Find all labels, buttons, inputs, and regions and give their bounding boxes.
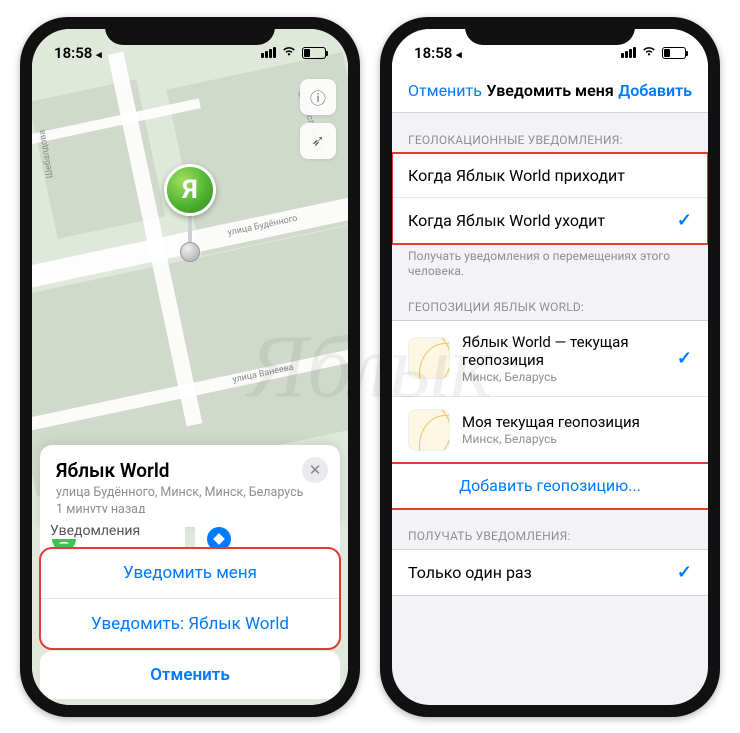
phone-right: 18:58 ◂ Отменить Уведомить меня Добавить…	[380, 17, 720, 717]
row-label: Когда Яблык World приходит	[408, 166, 625, 185]
map-info-button[interactable]: ⓘ	[300, 79, 336, 115]
notify-me-button[interactable]: Уведомить меня	[40, 548, 340, 599]
status-time: 18:58 ◂	[54, 44, 114, 62]
screen-left: улица Будённого улица Ванеева Станиславс…	[32, 29, 348, 705]
section-header: ГЕОПОЗИЦИИ ЯБЛЫК WORLD:	[392, 280, 708, 320]
location-row-other[interactable]: Яблык World — текущая геопозиция Минск, …	[392, 321, 708, 397]
location-title: Моя текущая геопозиция	[462, 413, 692, 431]
leaves-row[interactable]: Когда Яблык World уходит ✓	[392, 198, 708, 243]
screen-right: 18:58 ◂ Отменить Уведомить меня Добавить…	[392, 29, 708, 705]
battery-icon	[662, 47, 686, 59]
nav-title: Уведомить меня	[486, 81, 613, 100]
card-title: Яблык World	[56, 459, 324, 482]
nav-cancel-button[interactable]: Отменить	[408, 81, 482, 100]
notch	[465, 17, 635, 45]
section-footer: Получать уведомления о перемещениях этог…	[392, 244, 708, 280]
row-label: Когда Яблык World уходит	[408, 211, 605, 230]
notch	[105, 17, 275, 45]
location-sub: Минск, Беларусь	[462, 432, 692, 446]
map-pin[interactable]: Я	[164, 164, 216, 262]
phone-left: улица Будённого улица Ванеева Станиславс…	[20, 17, 360, 717]
notify-other-button[interactable]: Уведомить: Яблык World	[40, 599, 340, 649]
checkmark-icon: ✓	[677, 210, 692, 231]
nav-bar: Отменить Уведомить меня Добавить	[392, 69, 708, 113]
row-label: Только один раз	[408, 563, 532, 582]
cancel-button[interactable]: Отменить	[40, 651, 340, 699]
nav-add-button[interactable]: Добавить	[618, 81, 692, 100]
notifications-section-label: Уведомления	[48, 521, 142, 539]
section-header: ПОЛУЧАТЬ УВЕДОМЛЕНИЯ:	[392, 509, 708, 549]
frequency-group: Только один раз ✓	[392, 549, 708, 596]
geo-notifications-group: Когда Яблык World приходит Когда Яблык W…	[392, 153, 708, 244]
close-icon[interactable]: ✕	[302, 457, 328, 483]
cellular-icon	[621, 47, 636, 58]
wifi-icon	[641, 45, 657, 61]
wifi-icon	[281, 45, 297, 61]
location-row-mine[interactable]: Моя текущая геопозиция Минск, Беларусь	[392, 397, 708, 464]
map-locate-button[interactable]: ➶	[300, 123, 336, 159]
section-header: ГЕОЛОКАЦИОННЫЕ УВЕДОМЛЕНИЯ:	[392, 113, 708, 153]
route-icon	[207, 527, 231, 551]
pin-letter: Я	[182, 175, 197, 205]
checkmark-icon: ✓	[677, 562, 692, 583]
map-thumb-icon	[408, 337, 450, 379]
battery-icon	[302, 47, 326, 59]
arrives-row[interactable]: Когда Яблык World приходит	[392, 154, 708, 198]
cellular-icon	[261, 47, 276, 58]
locations-group: Яблык World — текущая геопозиция Минск, …	[392, 320, 708, 509]
map-thumb-icon	[408, 409, 450, 451]
action-sheet: Уведомить меня Уведомить: Яблык World	[40, 548, 340, 649]
checkmark-icon: ✓	[677, 348, 692, 369]
card-address: улица Будённого, Минск, Минск, Беларусь	[56, 485, 324, 502]
status-time: 18:58 ◂	[414, 44, 474, 62]
location-sub: Минск, Беларусь	[462, 370, 665, 384]
only-once-row[interactable]: Только один раз ✓	[392, 550, 708, 595]
location-title: Яблык World — текущая геопозиция	[462, 333, 665, 369]
add-location-button[interactable]: Добавить геопозицию...	[392, 464, 708, 508]
